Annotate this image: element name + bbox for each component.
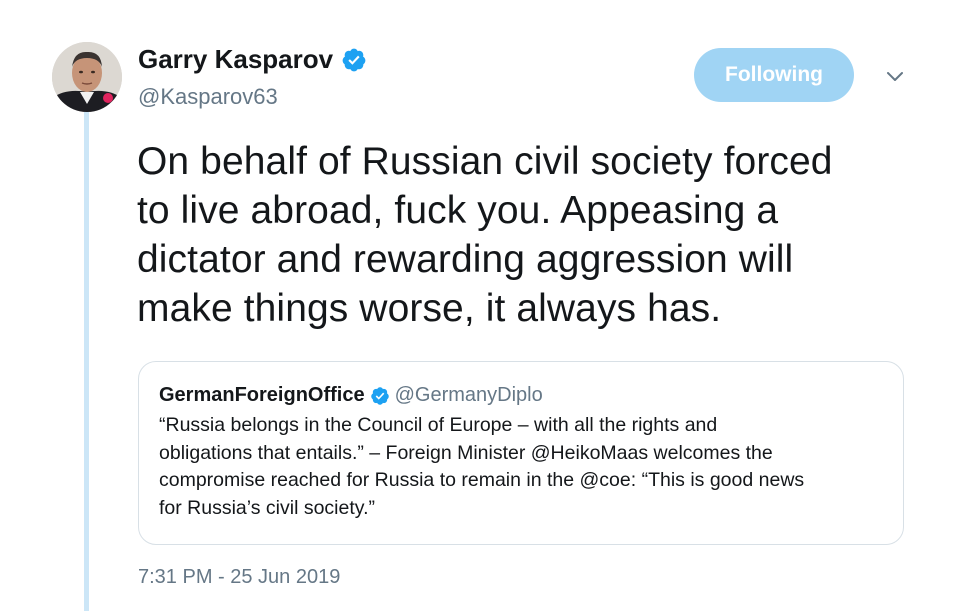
quoted-display-name: GermanForeignOffice bbox=[159, 384, 365, 406]
quoted-tweet[interactable]: GermanForeignOffice @GermanyDiplo “Russi… bbox=[138, 361, 904, 545]
thread-line bbox=[84, 112, 89, 611]
tweet-text-line: dictator and rewarding aggression will bbox=[137, 238, 794, 281]
quoted-text-line: compromise reached for Russia to remain … bbox=[159, 469, 805, 491]
quoted-tweet-text: “Russia belongs in the Council of Europe… bbox=[159, 412, 889, 522]
quoted-handle: @GermanyDiplo bbox=[394, 384, 543, 406]
tweet-text-line: make things worse, it always has. bbox=[137, 287, 722, 330]
quoted-tweet-header: GermanForeignOffice @GermanyDiplo bbox=[159, 384, 543, 407]
avatar[interactable] bbox=[52, 42, 122, 112]
author-handle[interactable]: @Kasparov63 bbox=[138, 84, 278, 110]
chevron-down-icon[interactable] bbox=[880, 64, 910, 88]
quoted-text-line: “Russia belongs in the Council of Europe… bbox=[159, 414, 718, 436]
verified-badge-icon bbox=[341, 47, 367, 73]
tweet-text-line: to live abroad, fuck you. Appeasing a bbox=[137, 189, 779, 232]
verified-badge-icon bbox=[370, 386, 390, 406]
author-display-name[interactable]: Garry Kasparov bbox=[138, 44, 333, 75]
tweet-text: On behalf of Russian civil society force… bbox=[137, 137, 927, 333]
quoted-text-line: obligations that entails.” – Foreign Min… bbox=[159, 441, 773, 464]
quoted-text-line: for Russia’s civil society.” bbox=[159, 496, 375, 519]
avatar-portrait bbox=[52, 42, 122, 112]
following-button[interactable]: Following bbox=[694, 48, 854, 102]
tweet-timestamp[interactable]: 7:31 PM - 25 Jun 2019 bbox=[138, 566, 340, 589]
tweet-card: Garry Kasparov @Kasparov63 Following On … bbox=[0, 0, 960, 611]
author-name-row: Garry Kasparov bbox=[138, 44, 367, 75]
tweet-text-line: On behalf of Russian civil society force… bbox=[137, 140, 833, 183]
